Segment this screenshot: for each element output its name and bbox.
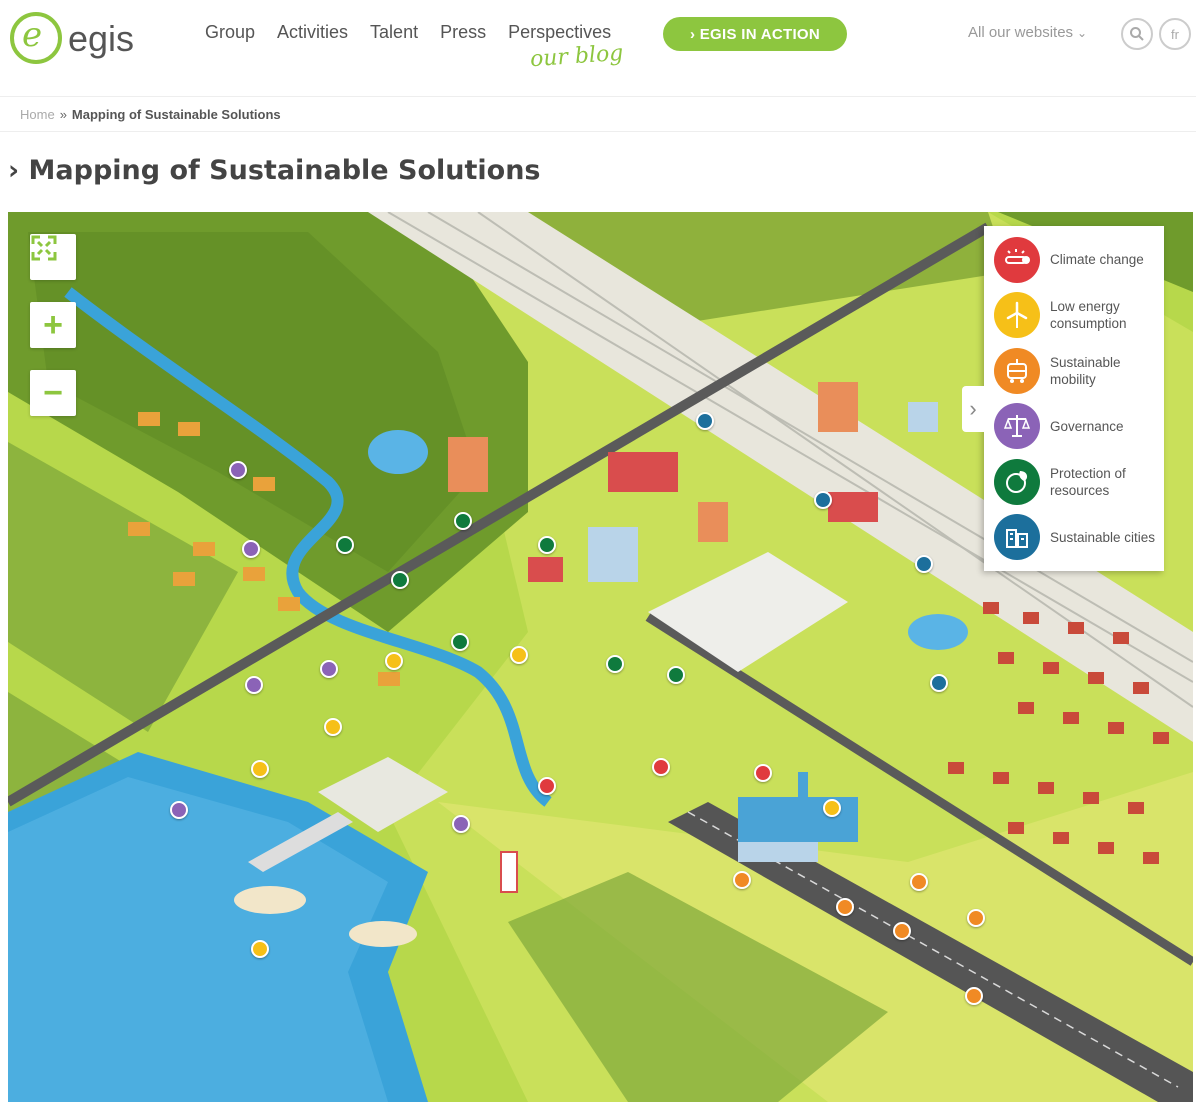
map-marker-cities[interactable] [930,674,948,692]
nav-activities[interactable]: Activities [277,22,348,48]
breadcrumb-home[interactable]: Home [20,107,55,122]
scales-icon [994,403,1040,450]
nav-perspectives[interactable]: Perspectives our blog [508,22,624,72]
nav-talent[interactable]: Talent [370,22,418,48]
fullscreen-icon [31,235,57,261]
thermometer-icon [994,236,1040,283]
page-title: › Mapping of Sustainable Solutions [8,155,541,186]
map-marker-governance[interactable] [242,540,260,558]
site-header: e egis Group Activities Talent Press Per… [0,0,1196,92]
map-marker-governance[interactable] [452,815,470,833]
legend-item-protection-resources[interactable]: Protection of resources [994,454,1164,510]
map-marker-governance[interactable] [320,660,338,678]
language-button[interactable]: fr [1159,18,1191,50]
legend-toggle-chevron-icon[interactable]: › [962,386,984,432]
buildings-icon [994,514,1040,561]
legend-label: Protection of resources [1050,465,1126,498]
map-marker-climate[interactable] [652,758,670,776]
map-marker-mobility[interactable] [836,898,854,916]
legend-item-governance[interactable]: Governance [994,399,1164,455]
nav-group[interactable]: Group [205,22,255,48]
nav-perspectives-label: Perspectives [508,22,612,42]
chevron-down-icon: ⌄ [1077,26,1088,40]
legend-label: Climate change [1050,252,1144,268]
map-marker-governance[interactable] [229,461,247,479]
blog-script: our blog [529,40,625,73]
nav-press[interactable]: Press [440,22,486,48]
map-marker-resources[interactable] [538,536,556,554]
map-marker-mobility[interactable] [967,909,985,927]
map-marker-resources[interactable] [451,633,469,651]
legend-label: Low energy consumption [1050,299,1127,332]
egis-in-action-button[interactable]: › EGIS IN ACTION [663,17,847,51]
map-marker-resources[interactable] [391,571,409,589]
logo-wordmark: egis [68,18,135,59]
zoom-out-button[interactable]: − [30,370,76,416]
legend-item-climate-change[interactable]: Climate change [994,232,1164,288]
breadcrumb-current: Mapping of Sustainable Solutions [71,106,281,122]
wind-turbine-icon [994,292,1040,339]
map-marker-climate[interactable] [754,764,772,782]
breadcrumb: Home » Mapping of Sustainable Solutions [0,96,1196,132]
map-marker-mobility[interactable] [893,922,911,940]
map-marker-resources[interactable] [454,512,472,530]
main-nav: Group Activities Talent Press Perspectiv… [205,22,633,72]
legend-item-sustainable-mobility[interactable]: Sustainable mobility [994,343,1164,399]
solutions-map[interactable]: + − › Climate change Low energy consumpt… [8,212,1193,1102]
search-icon [1130,27,1144,41]
map-marker-resources[interactable] [667,666,685,684]
breadcrumb-separator: » [59,106,67,122]
legend-label: Governance [1050,418,1124,434]
map-marker-climate[interactable] [538,777,556,795]
map-marker-cities[interactable] [915,555,933,573]
map-marker-mobility[interactable] [965,987,983,1005]
map-marker-mobility[interactable] [733,871,751,889]
all-websites-dropdown[interactable]: All our websites ⌄ [968,24,1087,41]
map-marker-low-energy[interactable] [324,718,342,736]
map-marker-low-energy[interactable] [251,760,269,778]
legend-item-low-energy[interactable]: Low energy consumption [994,288,1164,344]
legend-label: Sustainable mobility [1050,354,1121,387]
globe-leaf-icon [994,458,1040,505]
map-marker-cities[interactable] [814,491,832,509]
map-marker-low-energy[interactable] [510,646,528,664]
fullscreen-button[interactable] [30,234,76,280]
map-marker-resources[interactable] [606,655,624,673]
map-marker-low-energy[interactable] [385,652,403,670]
map-marker-resources[interactable] [336,536,354,554]
legend-label: Sustainable cities [1050,529,1156,545]
map-marker-cities[interactable] [696,412,714,430]
map-legend: › Climate change Low energy consumption … [962,226,1164,571]
map-marker-governance[interactable] [245,676,263,694]
map-marker-low-energy[interactable] [251,940,269,958]
logo-e-letter: e [22,15,43,55]
map-marker-mobility[interactable] [910,873,928,891]
legend-item-sustainable-cities[interactable]: Sustainable cities [994,510,1164,566]
search-button[interactable] [1121,18,1153,50]
tram-icon [994,347,1040,394]
all-websites-label: All our websites [968,24,1074,41]
egis-logo[interactable]: e egis [10,12,150,64]
map-marker-governance[interactable] [170,801,188,819]
zoom-in-button[interactable]: + [30,302,76,348]
map-marker-low-energy[interactable] [823,799,841,817]
